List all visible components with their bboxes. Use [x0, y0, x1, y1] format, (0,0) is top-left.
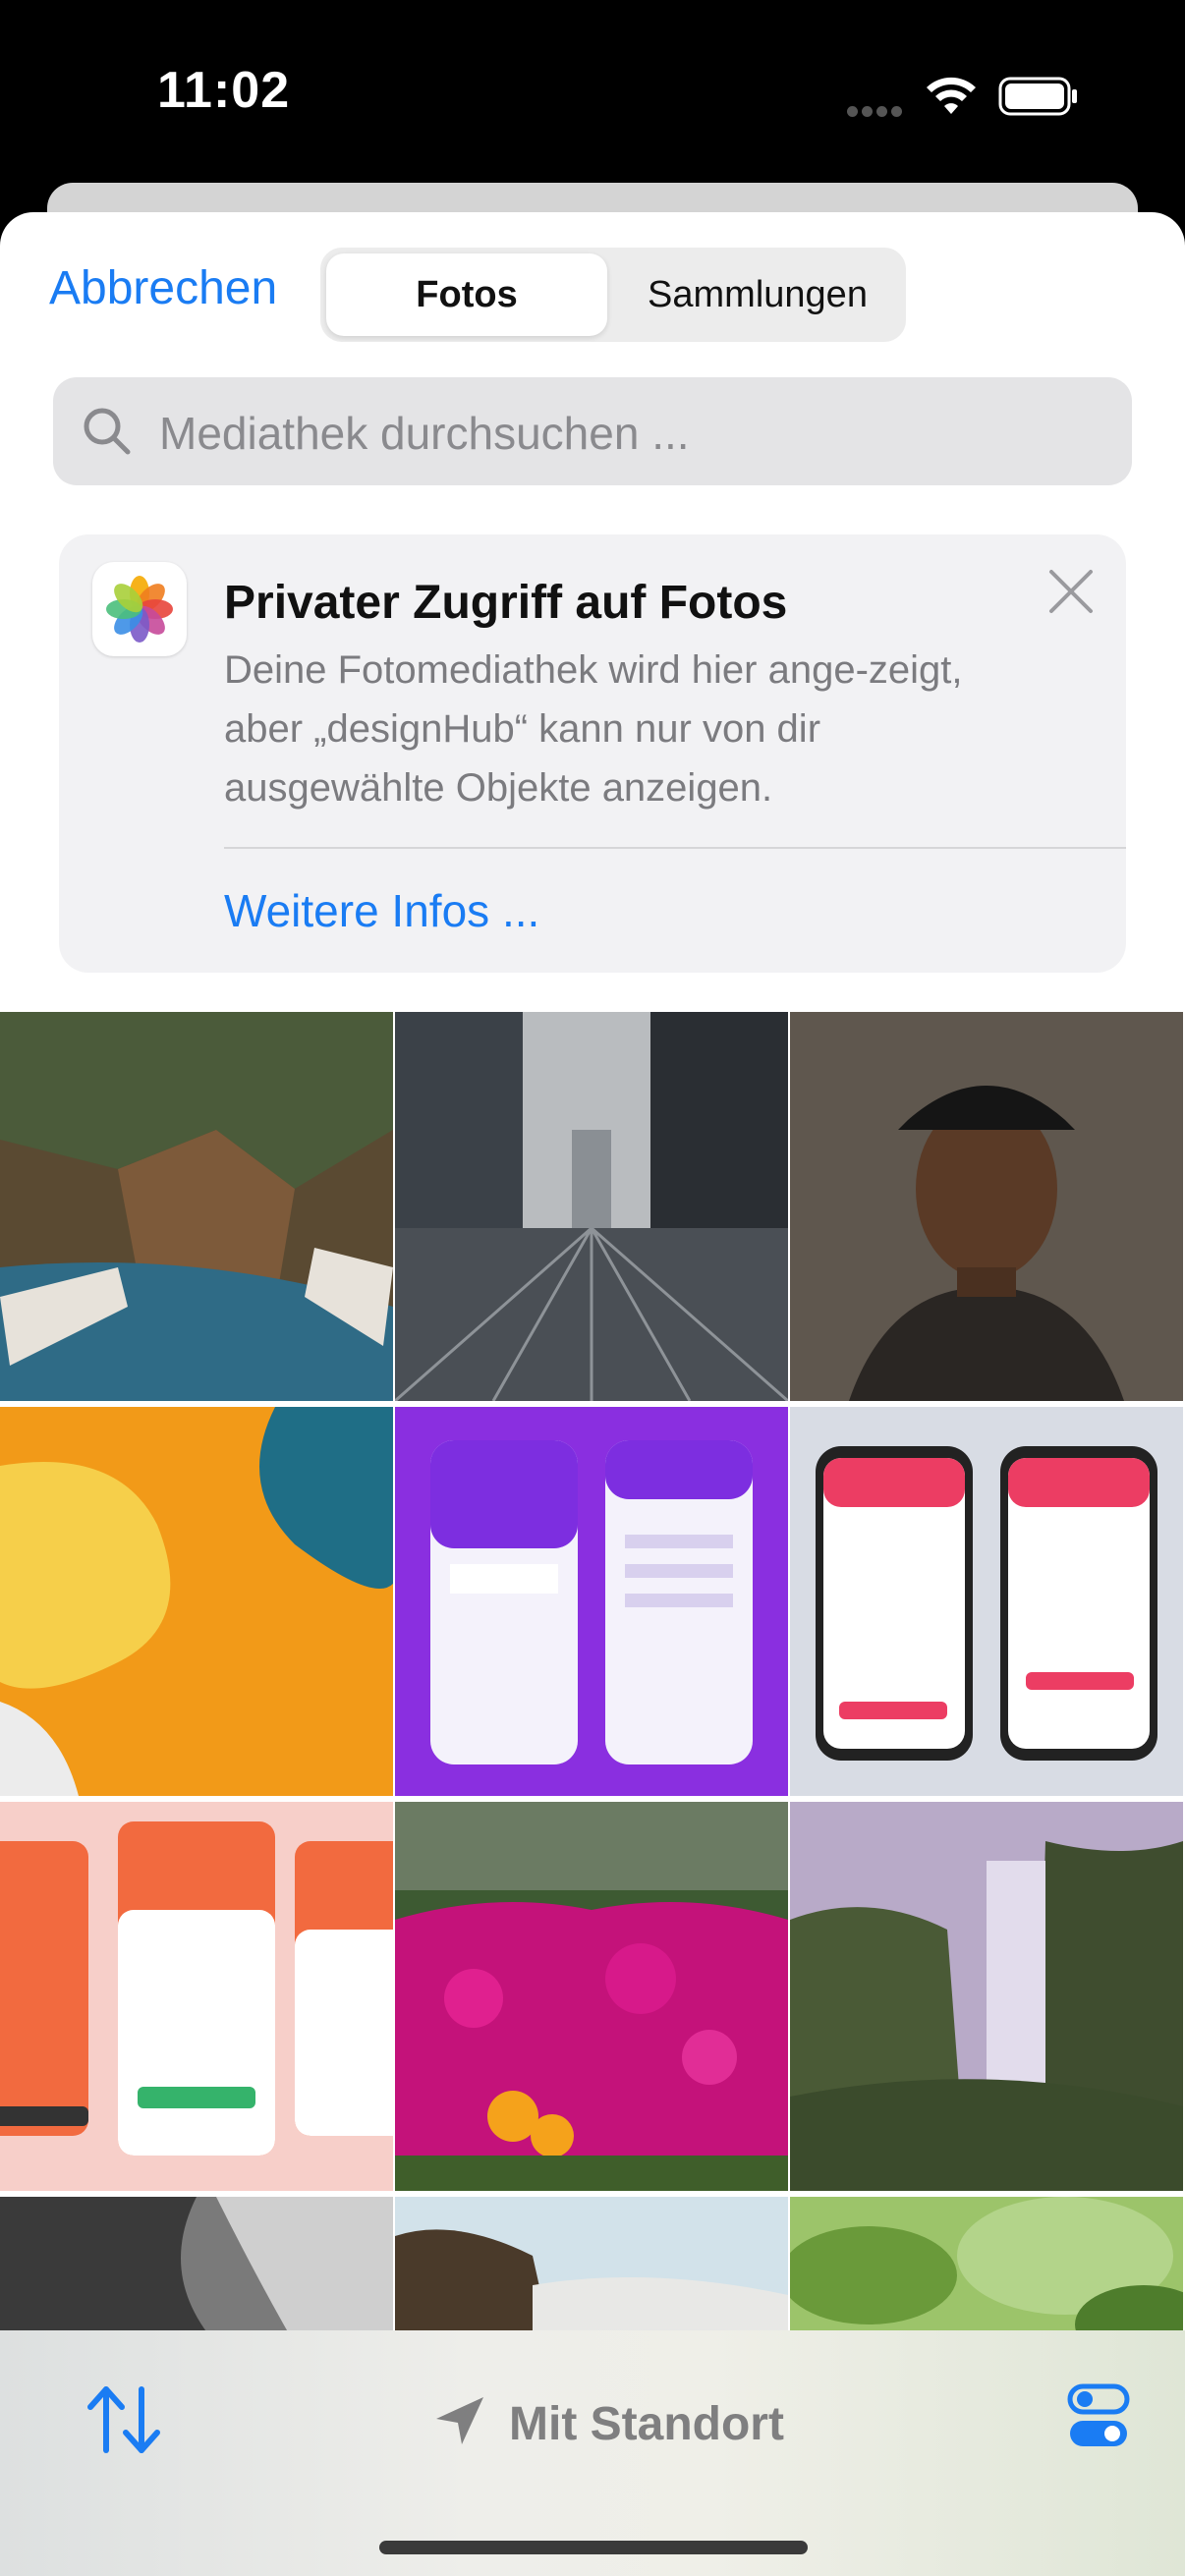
photo-tile[interactable] — [395, 1407, 788, 1796]
cancel-button[interactable]: Abbrechen — [49, 261, 277, 315]
photos-app-icon — [92, 562, 187, 656]
photo-tile[interactable] — [790, 1012, 1183, 1401]
wifi-icon — [927, 77, 976, 114]
photo-tile[interactable] — [0, 1407, 393, 1796]
search-icon — [84, 408, 131, 455]
segmented-control: Fotos Sammlungen — [320, 248, 906, 342]
photo-tile[interactable] — [790, 1407, 1183, 1796]
photo-tile[interactable] — [790, 1802, 1183, 2191]
status-bar: 11:02 — [0, 0, 1185, 187]
photo-tile[interactable] — [395, 1012, 788, 1401]
status-time: 11:02 — [157, 62, 291, 119]
segment-fotos[interactable]: Fotos — [326, 253, 607, 336]
photo-tile[interactable] — [0, 1012, 393, 1401]
photo-picker-sheet: Abbrechen Fotos Sammlungen Mediathek dur… — [0, 212, 1185, 2576]
private-access-notice: Privater Zugriff auf Fotos Deine Fotomed… — [59, 534, 1126, 973]
close-icon[interactable] — [1045, 566, 1097, 617]
photo-tile[interactable] — [790, 2197, 1183, 2344]
photo-tile[interactable] — [0, 1802, 393, 2191]
sort-icon[interactable] — [85, 2381, 163, 2456]
search-placeholder: Mediathek durchsuchen ... — [159, 408, 690, 459]
location-label: Mit Standort — [509, 2398, 784, 2450]
home-indicator — [379, 2541, 808, 2554]
search-input[interactable]: Mediathek durchsuchen ... — [53, 377, 1132, 485]
photo-tile[interactable] — [395, 1802, 788, 2191]
cellular-signal-icon — [847, 104, 910, 118]
photo-tile[interactable] — [395, 2197, 788, 2344]
photo-tile[interactable] — [0, 2197, 393, 2344]
notice-title: Privater Zugriff auf Fotos — [224, 577, 788, 629]
location-arrow-icon — [436, 2397, 483, 2444]
battery-icon — [998, 77, 1077, 116]
bottom-toolbar: Mit Standort — [0, 2330, 1185, 2576]
more-info-link[interactable]: Weitere Infos ... — [224, 884, 539, 937]
divider — [224, 847, 1126, 849]
segment-sammlungen[interactable]: Sammlungen — [615, 253, 900, 336]
notice-body: Deine Fotomediathek wird hier ange-zeigt… — [224, 648, 963, 810]
options-toggle-icon[interactable] — [1067, 2383, 1130, 2450]
